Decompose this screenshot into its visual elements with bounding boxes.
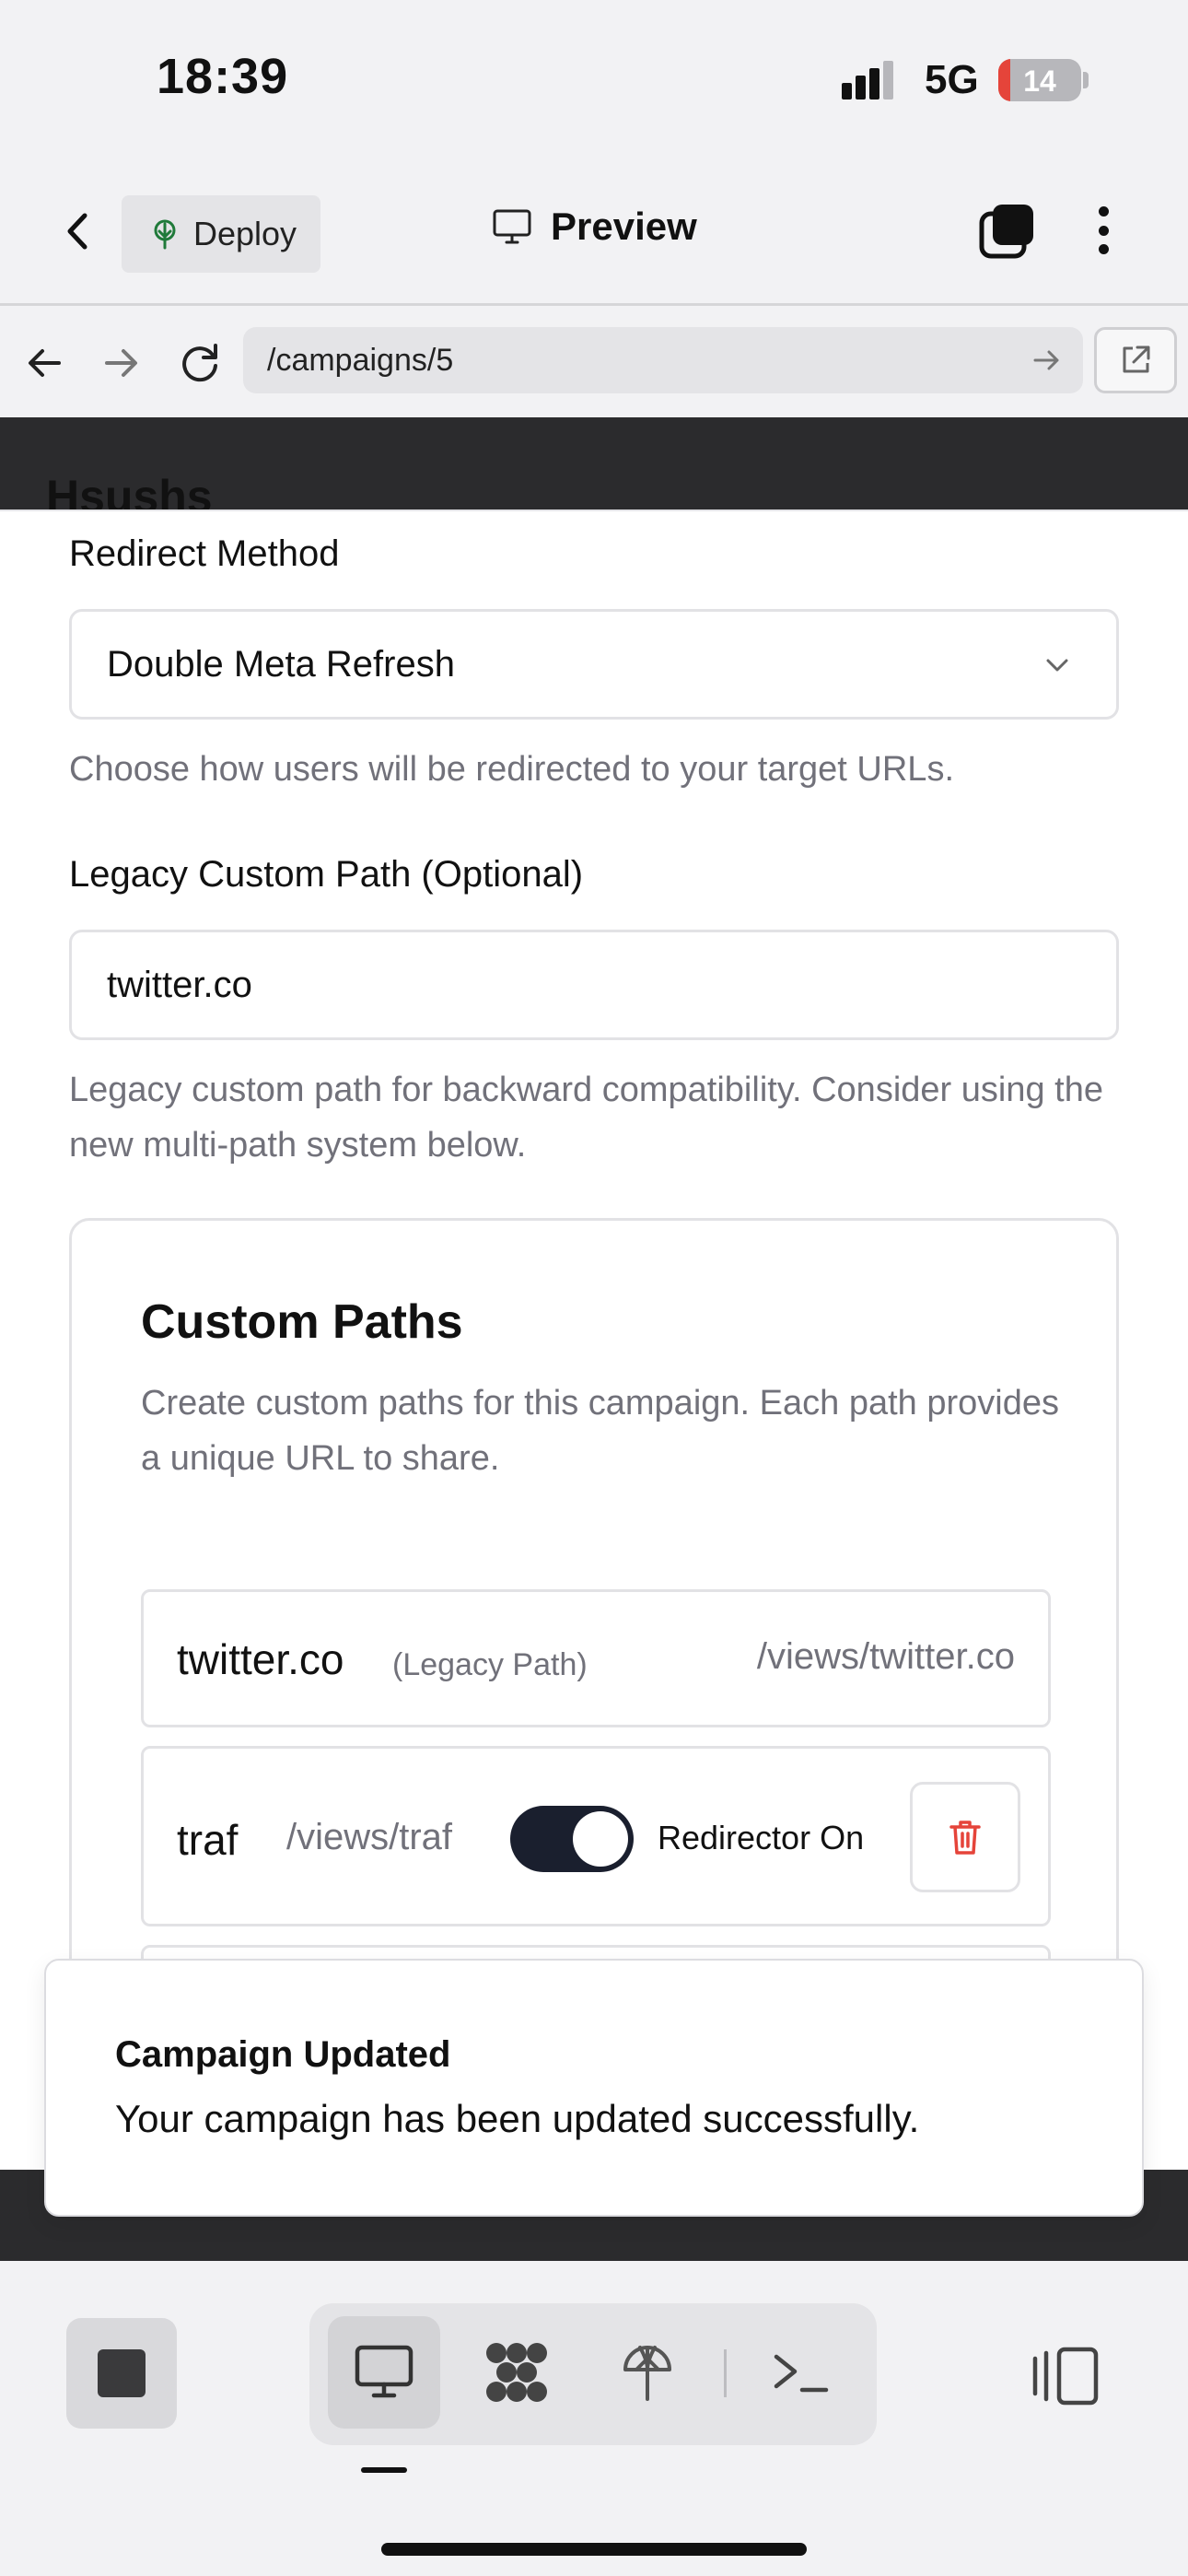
success-toast[interactable]: Campaign Updated Your campaign has been … bbox=[44, 1959, 1144, 2217]
redirector-toggle[interactable] bbox=[510, 1806, 634, 1872]
arrow-right-icon[interactable] bbox=[1030, 344, 1063, 377]
apps-tool-button[interactable] bbox=[460, 2316, 573, 2429]
path-name: traf bbox=[177, 1816, 239, 1864]
battery-nub bbox=[1083, 72, 1089, 88]
browser-back-button[interactable] bbox=[20, 338, 70, 388]
toolbar-divider bbox=[724, 2349, 727, 2397]
browser-bar: /campaigns/5 bbox=[0, 309, 1188, 417]
deploy-icon bbox=[623, 2346, 671, 2401]
deploy-button[interactable]: Deploy bbox=[122, 195, 320, 273]
bottom-toolbar bbox=[0, 2261, 1188, 2576]
more-dot bbox=[1098, 225, 1109, 236]
split-view-icon bbox=[1032, 2347, 1099, 2406]
active-tab-indicator bbox=[361, 2467, 407, 2473]
legacy-path-row: twitter.co (Legacy Path) /views/twitter.… bbox=[141, 1589, 1051, 1727]
redirect-method-select[interactable]: Double Meta Refresh bbox=[69, 609, 1119, 720]
more-icon bbox=[1098, 206, 1109, 217]
more-dot bbox=[1098, 244, 1109, 254]
legacy-path-tag: (Legacy Path) bbox=[392, 1647, 588, 1682]
deploy-tool-button[interactable] bbox=[591, 2316, 704, 2429]
path-url: /views/traf bbox=[286, 1817, 453, 1857]
url-text: /campaigns/5 bbox=[267, 342, 454, 378]
reload-icon bbox=[182, 344, 217, 382]
legacy-path-help: Legacy custom path for backward compatib… bbox=[69, 1071, 1103, 1165]
tool-switcher bbox=[309, 2303, 877, 2445]
deploy-label: Deploy bbox=[193, 215, 297, 252]
signal-icon bbox=[842, 61, 897, 100]
desktop-icon bbox=[355, 2345, 413, 2398]
battery-level: 14 bbox=[1023, 64, 1056, 98]
console-icon bbox=[774, 2354, 829, 2393]
path-url: /views/twitter.co bbox=[756, 1636, 1015, 1677]
desktop-tool-button[interactable] bbox=[328, 2316, 440, 2429]
back-icon bbox=[67, 213, 87, 250]
console-tool-button[interactable] bbox=[744, 2316, 856, 2429]
redirect-method-value: Double Meta Refresh bbox=[107, 643, 455, 685]
status-bar: 18:39 5G 14 bbox=[0, 0, 1188, 157]
back-button[interactable] bbox=[55, 208, 101, 254]
toast-message: Your campaign has been updated successfu… bbox=[115, 2097, 920, 2140]
tabs-icon bbox=[979, 205, 1033, 259]
reload-button[interactable] bbox=[175, 338, 225, 388]
legacy-path-label: Legacy Custom Path (Optional) bbox=[69, 854, 584, 895]
custom-paths-description: Create custom paths for this campaign. E… bbox=[141, 1384, 1059, 1478]
delete-path-button[interactable] bbox=[910, 1782, 1020, 1892]
trash-icon bbox=[949, 1821, 981, 1855]
split-view-button[interactable] bbox=[1028, 2344, 1101, 2408]
stop-icon bbox=[98, 2349, 146, 2397]
url-bar[interactable]: /campaigns/5 bbox=[243, 327, 1083, 393]
more-button[interactable] bbox=[1087, 201, 1120, 260]
chevron-down-icon bbox=[1046, 659, 1068, 672]
custom-path-row: traf /views/traf Redirector On bbox=[141, 1746, 1051, 1926]
monitor-icon bbox=[493, 209, 531, 244]
browser-forward-button[interactable] bbox=[96, 338, 146, 388]
redirect-method-help: Choose how users will be redirected to y… bbox=[69, 750, 955, 789]
preview-title: Preview bbox=[492, 205, 697, 249]
battery-icon: 14 bbox=[998, 59, 1081, 101]
arrow-left-icon bbox=[29, 349, 61, 377]
tabs-button[interactable] bbox=[978, 203, 1035, 260]
path-name: twitter.co bbox=[177, 1635, 344, 1683]
redirector-label: Redirector On bbox=[658, 1819, 865, 1856]
custom-paths-title: Custom Paths bbox=[141, 1295, 463, 1349]
home-indicator bbox=[381, 2543, 807, 2556]
edit-campaign-modal: Redirect Method Double Meta Refresh Choo… bbox=[0, 509, 1188, 2170]
redirect-method-label: Redirect Method bbox=[69, 533, 340, 574]
toast-title: Campaign Updated bbox=[115, 2034, 451, 2075]
apps-icon bbox=[486, 2343, 547, 2402]
network-type: 5G bbox=[925, 57, 979, 102]
page-title: Preview bbox=[551, 205, 697, 248]
external-link-icon bbox=[1123, 345, 1150, 373]
arrow-right-icon bbox=[105, 349, 137, 377]
open-external-button[interactable] bbox=[1094, 327, 1177, 393]
app-header: Deploy Preview bbox=[0, 157, 1188, 306]
legacy-path-input[interactable]: twitter.co bbox=[69, 930, 1119, 1040]
status-time: 18:39 bbox=[157, 49, 289, 104]
legacy-path-value: twitter.co bbox=[107, 964, 252, 1005]
stop-button[interactable] bbox=[66, 2318, 177, 2429]
deploy-tree-icon bbox=[154, 219, 176, 250]
toggle-knob bbox=[573, 1811, 628, 1867]
